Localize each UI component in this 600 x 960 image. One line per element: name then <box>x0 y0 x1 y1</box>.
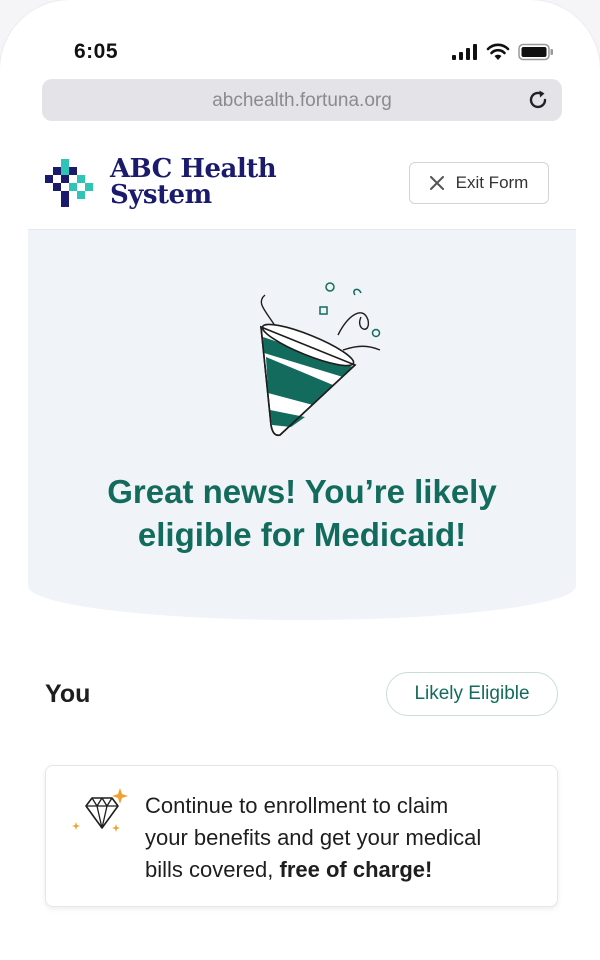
person-label: You <box>45 680 91 708</box>
battery-icon <box>518 43 553 61</box>
enrollment-info-card: Continue to enrollment to claim your ben… <box>45 765 558 907</box>
eligibility-status-label: Likely Eligible <box>414 683 530 704</box>
headline: Great news! You’re likely eligible for M… <box>48 470 556 556</box>
enrollment-message-plain: bills covered, <box>145 857 274 882</box>
enrollment-message-emphasis: free of charge! <box>279 857 433 882</box>
site-header: ABC Health System Exit Form <box>28 137 576 230</box>
close-icon <box>429 176 444 190</box>
status-icons <box>452 40 554 64</box>
headline-line-2: eligible for Medicaid! <box>137 516 467 553</box>
enrollment-message: Continue to enrollment to claim your ben… <box>145 790 545 886</box>
party-popper-icon <box>260 282 381 437</box>
logo-line-2: System <box>110 180 212 210</box>
phone-frame: 6:05 abchealth.fortuna.org ABC Health Sy… <box>0 0 600 960</box>
enrollment-message-line-3: bills covered, free of charge! <box>145 854 545 886</box>
enrollment-message-line-1: Continue to enrollment to claim <box>145 793 449 818</box>
success-hero: Great news! You’re likely eligible for M… <box>28 230 576 620</box>
exit-form-button[interactable]: Exit Form <box>409 162 549 204</box>
diamond-sparkle-icon <box>72 788 128 832</box>
headline-line-1: Great news! You’re likely <box>107 473 497 510</box>
logo-line-1: ABC Health <box>110 154 277 184</box>
enrollment-message-line-2: your benefits and get your medical <box>145 825 482 850</box>
url-text[interactable]: abchealth.fortuna.org <box>42 90 562 112</box>
browser-url-bar[interactable]: abchealth.fortuna.org <box>42 79 562 121</box>
exit-form-label: Exit Form <box>455 173 529 192</box>
status-time: 6:05 <box>74 40 119 63</box>
eligibility-status-badge: Likely Eligible <box>386 672 558 716</box>
logo-wordmark: ABC Health System <box>110 154 277 210</box>
logo-mark-icon <box>45 159 93 207</box>
reload-icon[interactable] <box>526 88 550 112</box>
cellular-signal-icon <box>452 44 477 60</box>
wifi-icon <box>486 43 510 60</box>
status-bar: 6:05 <box>0 36 600 68</box>
